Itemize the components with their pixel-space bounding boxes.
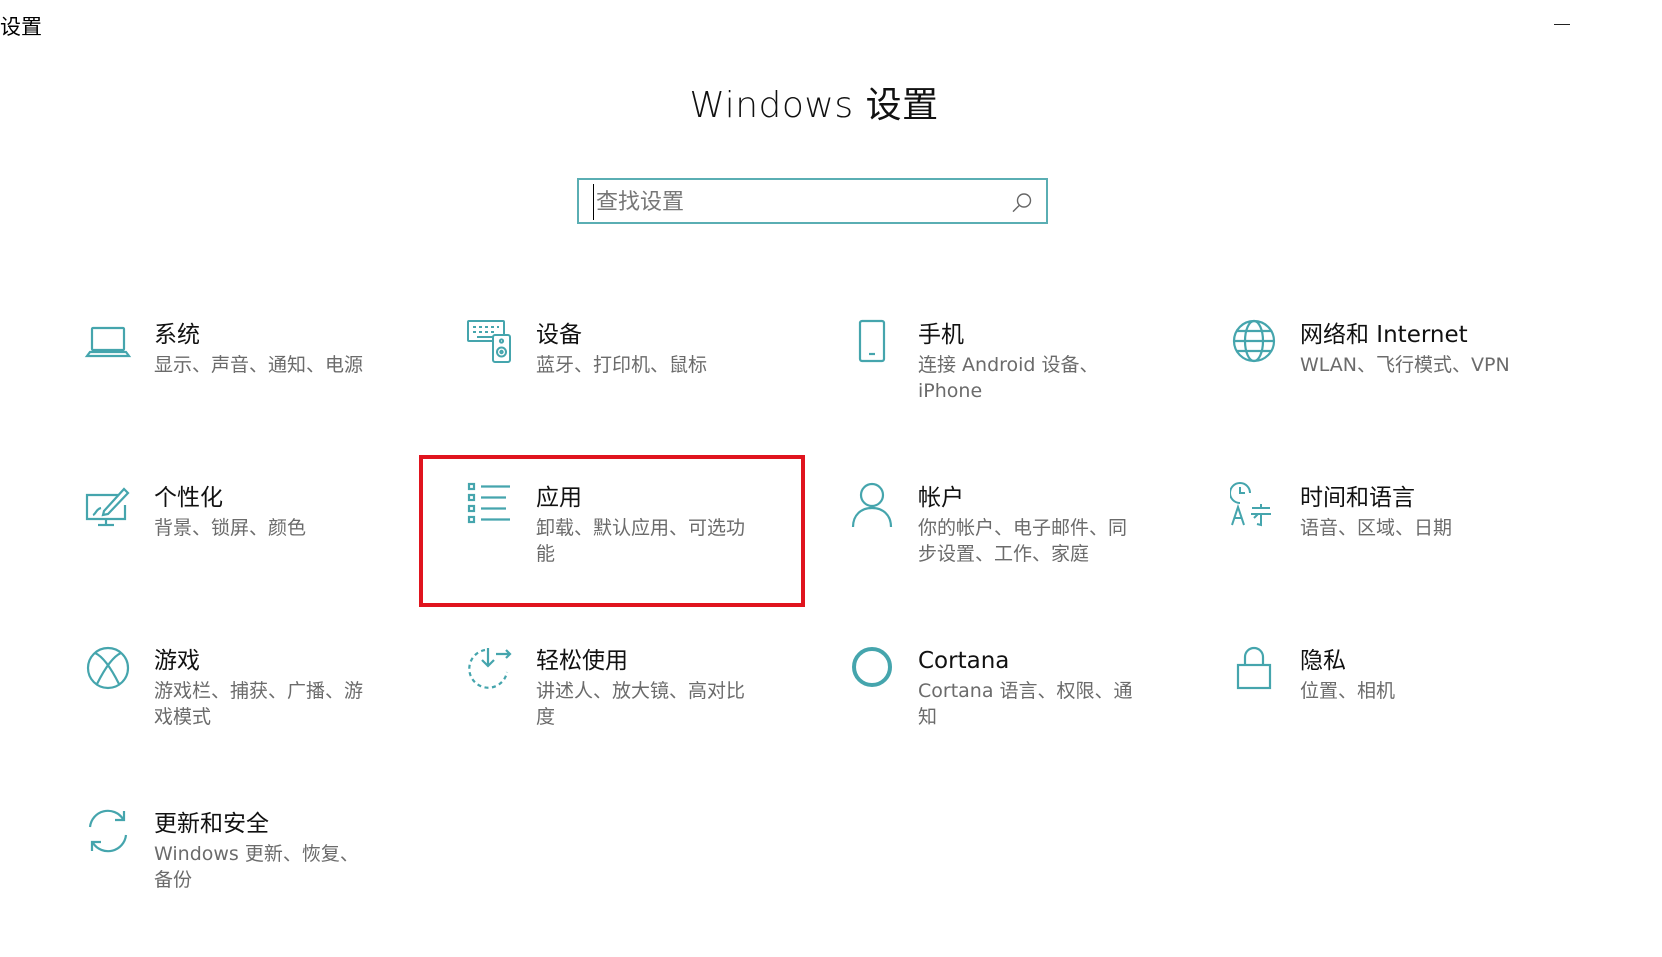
tile-accounts[interactable]: 帐户 你的帐户、电子邮件、同 步设置、工作、家庭 xyxy=(848,481,1230,631)
tile-desc-line: 备份 xyxy=(154,869,193,891)
search-box[interactable] xyxy=(577,178,1048,224)
lock-icon xyxy=(1230,644,1278,692)
tile-title: 轻松使用 xyxy=(536,648,628,674)
tile-cortana[interactable]: Cortana Cortana 语言、权限、通 知 xyxy=(848,644,1230,794)
tile-system[interactable]: 系统 显示、声音、通知、电源 xyxy=(84,318,466,468)
tile-personalization[interactable]: 个性化 背景、锁屏、颜色 xyxy=(84,481,466,631)
tile-desc-line: Cortana 语言、权限、通 xyxy=(918,680,1133,702)
tile-desc-line: 语音、区域、日期 xyxy=(1300,517,1453,539)
tile-devices[interactable]: 设备 蓝牙、打印机、鼠标 xyxy=(466,318,848,468)
phone-icon xyxy=(848,318,896,366)
tile-title: 时间和语言 xyxy=(1300,485,1415,511)
tile-apps[interactable]: 应用 卸载、默认应用、可选功 能 xyxy=(466,481,848,631)
tile-desc-line: Windows 更新、恢复、 xyxy=(154,843,359,865)
tile-desc-line: 连接 Android 设备、 xyxy=(918,354,1099,376)
sync-icon xyxy=(84,807,132,855)
tile-title: 应用 xyxy=(536,485,582,511)
tile-title: 系统 xyxy=(154,322,200,348)
tile-privacy[interactable]: 隐私 位置、相机 xyxy=(1230,644,1612,794)
tile-desc-line: 你的帐户、电子邮件、同 xyxy=(918,517,1128,539)
tile-time-language[interactable]: 时间和语言 语音、区域、日期 xyxy=(1230,481,1612,631)
cortana-icon xyxy=(848,644,896,692)
tile-desc-line: 戏模式 xyxy=(154,706,212,728)
tile-desc-line: iPhone xyxy=(918,380,983,402)
tile-desc-line: 游戏栏、捕获、广播、游 xyxy=(154,680,364,702)
tile-update-security[interactable]: 更新和安全 Windows 更新、恢复、 备份 xyxy=(84,807,466,957)
tile-title: 游戏 xyxy=(154,648,200,674)
globe-icon xyxy=(1230,318,1278,366)
tile-title: 更新和安全 xyxy=(154,811,269,837)
search-input[interactable] xyxy=(593,184,996,220)
tile-desc-line: 讲述人、放大镜、高对比 xyxy=(536,680,746,702)
tile-title: 手机 xyxy=(918,322,964,348)
tile-desc-line: 步设置、工作、家庭 xyxy=(918,543,1090,565)
devices-icon xyxy=(466,318,514,366)
apps-list-icon xyxy=(466,481,514,529)
tile-desc-line: 显示、声音、通知、电源 xyxy=(154,354,364,376)
time-language-icon xyxy=(1230,481,1278,529)
tile-desc-line: 蓝牙、打印机、鼠标 xyxy=(536,354,708,376)
tile-title: 设备 xyxy=(536,322,582,348)
tile-desc-line: 位置、相机 xyxy=(1300,680,1396,702)
tile-title: Cortana xyxy=(918,648,1010,674)
personalization-icon xyxy=(84,481,132,529)
tile-title: 隐私 xyxy=(1300,648,1346,674)
xbox-icon xyxy=(84,644,132,692)
tile-desc-line: 度 xyxy=(536,706,556,728)
tile-gaming[interactable]: 游戏 游戏栏、捕获、广播、游 戏模式 xyxy=(84,644,466,794)
search-icon[interactable] xyxy=(1010,191,1034,215)
tile-network[interactable]: 网络和 Internet WLAN、飞行模式、VPN xyxy=(1230,318,1612,468)
tile-title: 网络和 Internet xyxy=(1300,322,1468,348)
tile-title: 帐户 xyxy=(918,485,964,511)
tile-phone[interactable]: 手机 连接 Android 设备、 iPhone xyxy=(848,318,1230,468)
tile-desc-line: WLAN、飞行模式、VPN xyxy=(1300,354,1510,376)
tile-ease-of-access[interactable]: 轻松使用 讲述人、放大镜、高对比 度 xyxy=(466,644,848,794)
tile-title: 个性化 xyxy=(154,485,223,511)
tile-desc-line: 能 xyxy=(536,543,556,565)
tile-desc-line: 背景、锁屏、颜色 xyxy=(154,517,307,539)
tile-desc-line: 知 xyxy=(918,706,938,728)
ease-of-access-icon xyxy=(466,644,514,692)
tile-desc-line: 卸载、默认应用、可选功 xyxy=(536,517,746,539)
minimize-button[interactable] xyxy=(1544,8,1578,38)
person-icon xyxy=(848,481,896,529)
page-title: Windows 设置 xyxy=(689,85,939,126)
laptop-icon xyxy=(84,318,132,366)
window-title: 设置 xyxy=(0,15,42,39)
